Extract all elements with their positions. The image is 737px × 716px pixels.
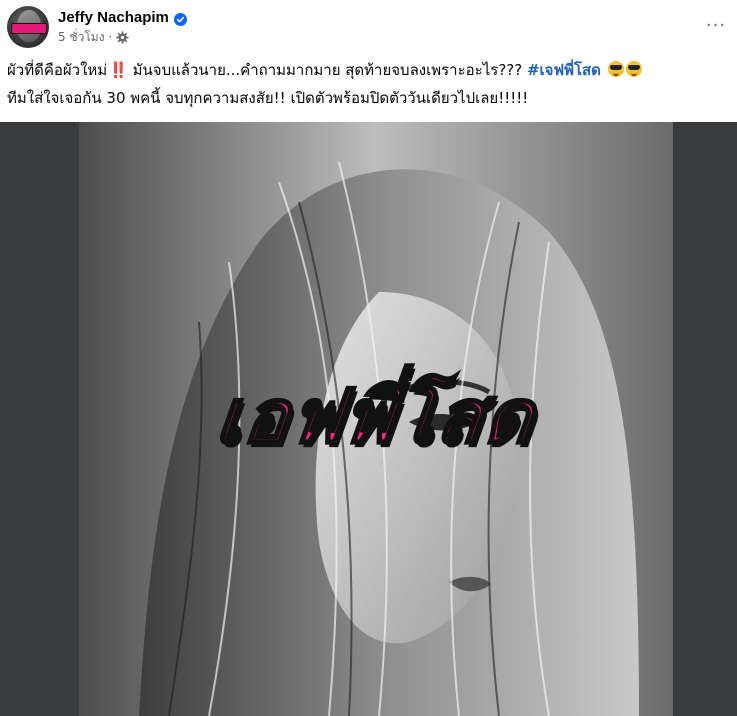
post-caption: ผัวที่ดีคือผัวใหม่ ‼️ มันจบแล้วนาย...คำถา… <box>7 56 729 112</box>
author-avatar[interactable] <box>7 6 49 48</box>
more-options-button[interactable]: ··· <box>703 15 729 36</box>
gear-icon[interactable] <box>116 30 129 44</box>
post-media[interactable]: เอฟพี่โสด <box>0 122 737 716</box>
avatar-brand-badge <box>11 23 47 34</box>
meta-separator: · <box>108 30 113 44</box>
author-name[interactable]: Jeffy Nachapim <box>58 9 169 26</box>
post-photo[interactable]: เอฟพี่โสด <box>79 122 673 716</box>
caption-text-1: ผัวที่ดีคือผัวใหม่ <box>7 61 108 79</box>
sunglasses-emoji-icon <box>607 61 624 77</box>
sunglasses-emoji-icon <box>625 61 642 77</box>
post-header: Jeffy Nachapim 5 ชั่วโมง · ··· <box>0 0 737 56</box>
verified-badge-icon <box>173 11 187 26</box>
caption-line-1: ผัวที่ดีคือผัวใหม่ ‼️ มันจบแล้วนาย...คำถา… <box>7 56 729 84</box>
hashtag-link[interactable]: #เจฟพี่โสด <box>527 61 601 79</box>
post-meta: 5 ชั่วโมง · <box>58 29 129 45</box>
post-timestamp[interactable]: 5 ชั่วโมง <box>58 28 105 47</box>
caption-line-2: ทีมใส่ใจเจอกัน 30 พคนี้ จบทุกความสงสัย!!… <box>7 89 529 107</box>
author-name-row: Jeffy Nachapim <box>58 8 187 26</box>
image-overlay-logo-text: เอฟพี่โสด <box>211 373 541 462</box>
facebook-post: Jeffy Nachapim 5 ชั่วโมง · ··· ผัวที่ดีค… <box>0 0 737 716</box>
double-exclamation-emoji-icon: ‼️ <box>109 61 128 79</box>
caption-text-2: มันจบแล้วนาย...คำถามมากมาย สุดท้ายจบลงเพ… <box>127 61 527 79</box>
